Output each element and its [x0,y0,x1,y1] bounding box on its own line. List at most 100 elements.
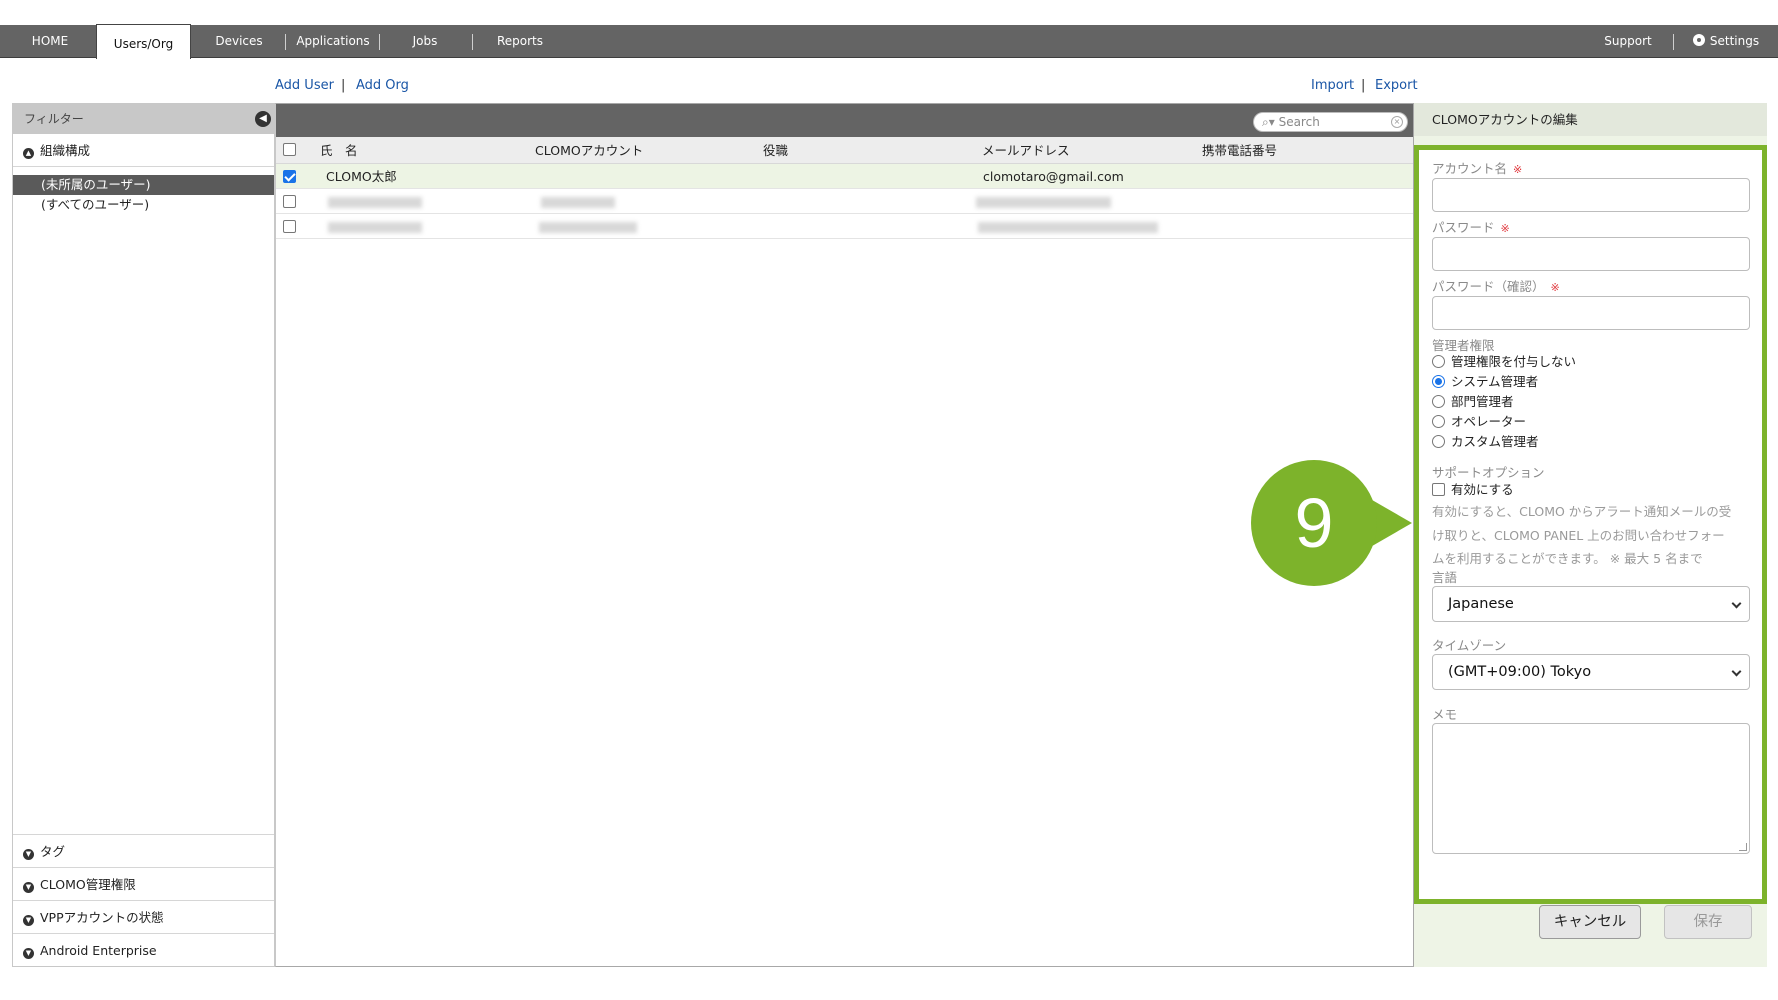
filter-panel: フィルター ◀ ▲ 組織構成 (未所属のユーザー) (すべてのユーザー) ▼ タグ … [12,103,275,967]
chevron-down-icon [1731,666,1742,677]
search-input[interactable]: ⌕▾ Search × [1253,112,1408,132]
radio-label: オペレーター [1451,414,1527,429]
radio-label: カスタム管理者 [1451,434,1539,449]
chevron-down-icon: ▼ [23,882,34,893]
tab-jobs[interactable]: Jobs [386,25,464,58]
language-select[interactable]: Japanese [1432,586,1750,622]
user-list-panel: ⌕▾ Search × 氏 名 CLOMOアカウント 役職 メールアドレス 携帯… [275,103,1414,967]
radio-operator[interactable]: オペレーター [1432,413,1526,431]
tab-separator [285,34,286,50]
link-separator: | [1361,78,1366,93]
account-name-label-text: アカウント名 [1432,161,1508,176]
tree-item-unassigned[interactable]: (未所属のユーザー) [13,175,274,195]
tab-reports[interactable]: Reports [480,25,560,58]
password-input[interactable] [1432,237,1750,271]
chevron-down-icon: ▼ [23,915,34,926]
section-clomo-admin[interactable]: ▼ CLOMO管理権限 [13,867,274,900]
save-button[interactable]: 保存 [1664,905,1752,939]
checkbox-label: 有効にする [1451,482,1514,497]
row-checkbox[interactable] [283,170,296,183]
password-label-text: パスワード [1432,220,1495,235]
column-email[interactable]: メールアドレス [982,137,1070,164]
section-org[interactable]: ▲ 組織構成 [13,134,274,167]
tab-home[interactable]: HOME [12,25,88,58]
section-android-enterprise-label: Android Enterprise [40,943,157,958]
tab-applications[interactable]: Applications [292,25,374,58]
required-mark: ※ [1500,222,1510,235]
radio-circle [1432,415,1445,428]
settings-link[interactable]: Settings [1680,25,1772,58]
chevron-down-icon: ▼ [23,948,34,959]
table-header: 氏 名 CLOMOアカウント 役職 メールアドレス 携帯電話番号 [276,137,1413,164]
column-name[interactable]: 氏 名 [320,137,358,164]
row-checkbox[interactable] [283,220,296,233]
export-link[interactable]: Export [1375,78,1418,93]
search-placeholder: Search [1278,115,1320,129]
timezone-value: (GMT+09:00) Tokyo [1448,664,1592,680]
password-label: パスワード ※ [1432,217,1510,236]
row-name: CLOMO太郎 [326,169,397,184]
support-note-line: け取りと、CLOMO PANEL 上のお問い合わせフォー [1432,527,1725,543]
redacted-account [541,197,615,208]
section-tags-label: タグ [40,844,66,859]
tab-separator [379,34,380,50]
account-name-label: アカウント名 ※ [1432,158,1522,177]
section-clomo-admin-label: CLOMO管理権限 [40,877,136,892]
add-user-link[interactable]: Add User [275,78,334,93]
radio-department-admin[interactable]: 部門管理者 [1432,393,1514,411]
checkbox-square [1432,483,1445,496]
language-value: Japanese [1448,596,1514,612]
radio-system-admin[interactable]: システム管理者 [1432,373,1538,391]
radio-label: 部門管理者 [1451,394,1514,409]
radio-custom-admin[interactable]: カスタム管理者 [1432,433,1539,451]
add-org-link[interactable]: Add Org [356,78,409,93]
clear-icon[interactable]: × [1391,116,1403,128]
settings-label: Settings [1709,34,1760,48]
resize-grip-icon[interactable] [1739,843,1747,851]
row-checkbox[interactable] [283,195,296,208]
timezone-select[interactable]: (GMT+09:00) Tokyo [1432,654,1750,690]
support-enable-checkbox[interactable]: 有効にする [1432,481,1514,499]
collapse-left-icon[interactable]: ◀ [255,111,271,127]
redacted-email [978,222,1158,233]
tab-users-org[interactable]: Users/Org [96,24,191,59]
support-option-label: サポートオプション [1432,465,1545,480]
top-nav: HOME Users/Org Devices Applications Jobs… [0,24,1778,59]
list-toolbar: ⌕▾ Search × [276,104,1413,137]
support-note-line: 有効にすると、CLOMO からアラート通知メールの受 [1432,504,1732,519]
account-name-input[interactable] [1432,178,1750,212]
table-row[interactable]: CLOMO太郎 clomotaro@gmail.com [276,164,1413,189]
column-mobile[interactable]: 携帯電話番号 [1202,137,1277,164]
row-email: clomotaro@gmail.com [983,169,1124,184]
password-confirm-input[interactable] [1432,296,1750,330]
radio-label: システム管理者 [1451,374,1539,389]
import-link[interactable]: Import [1311,78,1354,93]
tab-separator [472,34,473,50]
redacted-email [976,197,1111,208]
memo-label: メモ [1432,707,1458,722]
table-row[interactable] [276,214,1413,239]
filter-bottom-sections: ▼ タグ ▼ CLOMO管理権限 ▼ VPPアカウントの状態 ▼ Android Ent… [13,834,274,966]
password-confirm-label: パスワード（確認） ※ [1432,276,1560,295]
radio-no-admin[interactable]: 管理権限を付与しない [1432,353,1576,371]
timezone-label: タイムゾーン [1432,638,1507,653]
search-icon: ⌕▾ [1262,115,1275,129]
filter-title: フィルター [24,112,84,126]
table-row[interactable] [276,189,1413,214]
column-account[interactable]: CLOMOアカウント [535,137,643,164]
section-vpp-status[interactable]: ▼ VPPアカウントの状態 [13,900,274,933]
cancel-button[interactable]: キャンセル [1539,905,1641,939]
select-all-checkbox[interactable] [283,143,296,156]
section-android-enterprise[interactable]: ▼ Android Enterprise [13,933,274,966]
required-mark: ※ [1550,281,1560,294]
memo-textarea[interactable] [1432,723,1750,854]
password-confirm-label-text: パスワード（確認） [1432,279,1545,294]
link-separator: | [341,78,346,93]
column-title[interactable]: 役職 [763,137,788,164]
tree-item-all-users[interactable]: (すべてのユーザー) [13,195,274,215]
tab-devices[interactable]: Devices [200,25,278,58]
required-mark: ※ [1513,163,1523,176]
section-tags[interactable]: ▼ タグ [13,834,274,867]
redacted-name [328,197,422,208]
support-link[interactable]: Support [1590,25,1666,58]
